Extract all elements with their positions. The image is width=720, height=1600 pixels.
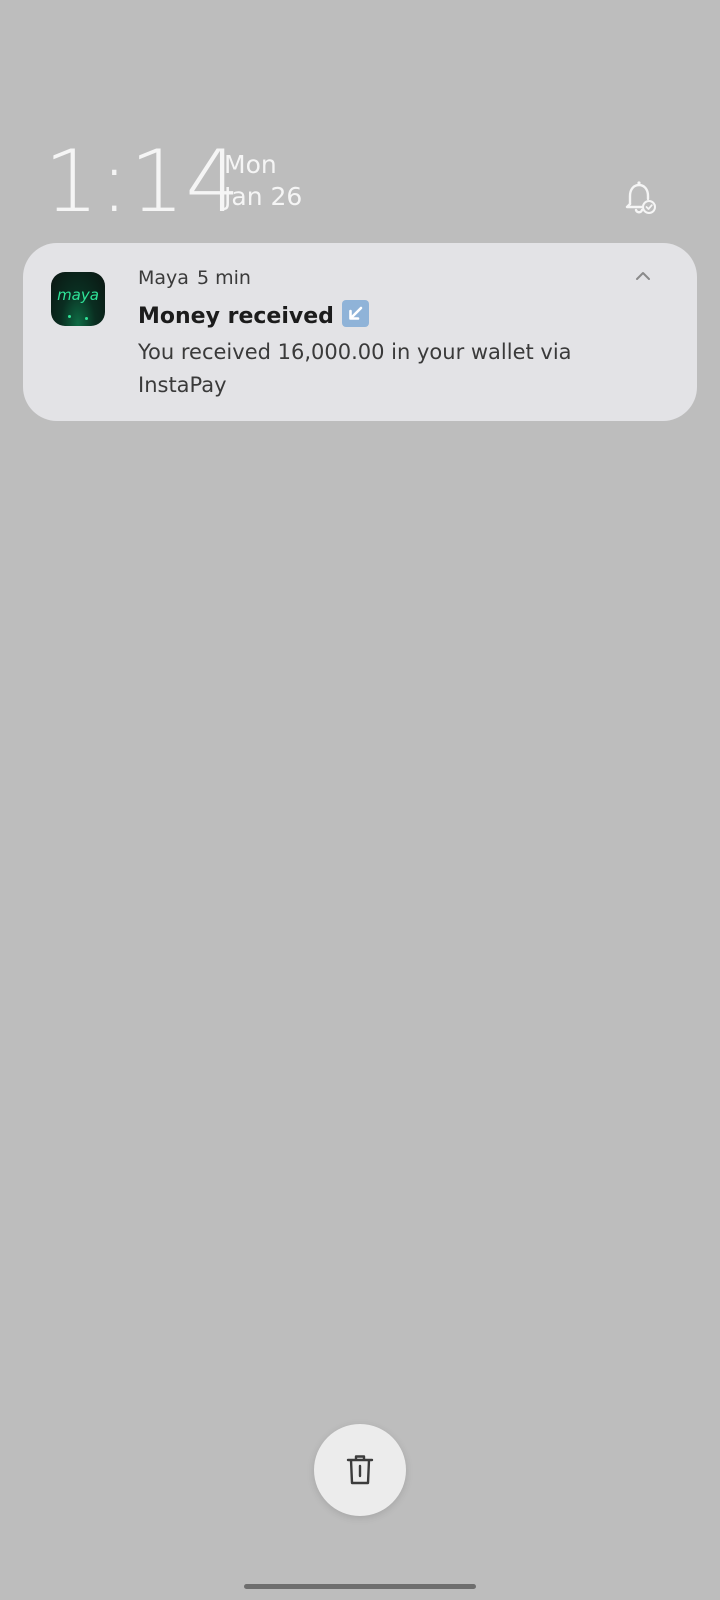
- notification-settings-bell-icon[interactable]: [620, 178, 660, 218]
- arrow-lower-left-icon: [341, 300, 369, 327]
- clock-day: Mon: [224, 150, 277, 179]
- notification-title: Money received: [138, 300, 369, 332]
- notification-body: You received 16,000.00 in your wallet vi…: [138, 340, 572, 397]
- logo-dot: [85, 317, 88, 320]
- lockscreen-clock: 1:14 Mon Jan 26: [44, 132, 684, 232]
- clear-notifications-button[interactable]: [314, 1424, 406, 1516]
- maya-logo-text: maya: [57, 286, 99, 304]
- chevron-up-icon[interactable]: [631, 265, 655, 289]
- maya-app-icon: maya: [51, 272, 105, 326]
- notification-time: 5 min: [196, 267, 251, 289]
- app-name: Maya: [138, 267, 189, 289]
- clock-time: 1:14: [44, 132, 242, 232]
- notification-header: Maya 5 min: [138, 265, 251, 291]
- logo-dot: [68, 315, 71, 318]
- home-gesture-bar[interactable]: [244, 1584, 476, 1589]
- clock-month-day: Jan 26: [224, 182, 303, 211]
- maya-notification-card[interactable]: maya Maya 5 min Money received You receiv…: [23, 243, 697, 421]
- notification-title-text: Money received: [138, 304, 334, 329]
- clock-date: Mon Jan 26: [224, 149, 302, 213]
- trash-icon: [346, 1455, 374, 1485]
